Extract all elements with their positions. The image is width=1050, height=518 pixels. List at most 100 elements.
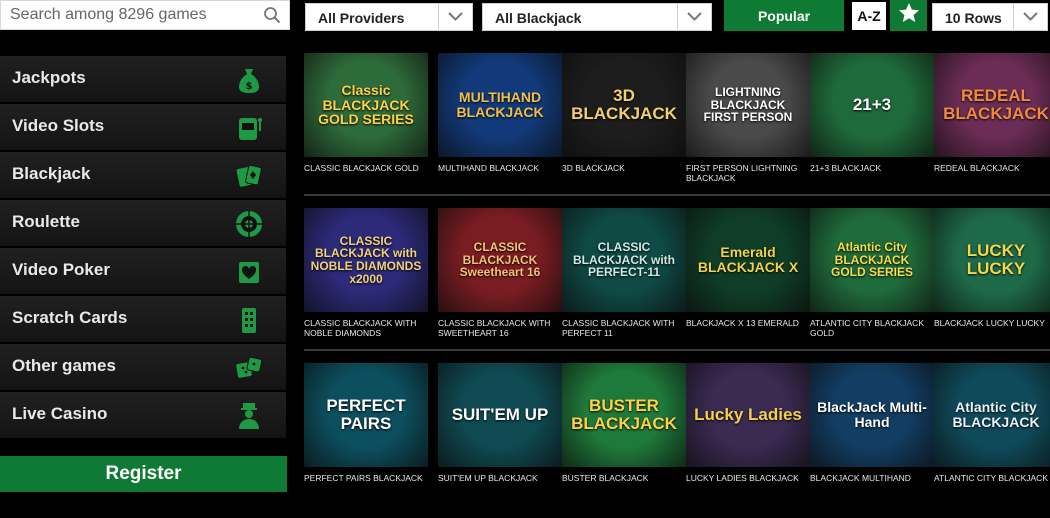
sidebar-item-label: Jackpots	[12, 68, 86, 87]
sidebar-item-live-casino[interactable]: Live Casino	[0, 392, 286, 439]
chevron-down-icon[interactable]	[438, 4, 472, 30]
roulette-wheel-icon	[234, 209, 264, 239]
sidebar-item-video-poker[interactable]: Video Poker	[0, 248, 286, 295]
game-card[interactable]: SUIT'EM UP SUIT'EM UP BLACKJACK	[438, 363, 563, 483]
game-title[interactable]: PERFECT PAIRS BLACKJACK	[304, 473, 428, 483]
game-thumbnail[interactable]: Lucky Ladies	[686, 363, 810, 467]
game-title[interactable]: 3D BLACKJACK	[562, 163, 686, 173]
sidebar-item-roulette[interactable]: Roulette	[0, 200, 286, 247]
games-row: CLASSIC BLACKJACK with NOBLE DIAMONDS x2…	[304, 208, 1050, 363]
sidebar-item-blackjack[interactable]: Blackjack	[0, 152, 286, 199]
providers-select-value: All Providers	[318, 10, 405, 26]
sidebar-item-other-games[interactable]: Other games	[0, 344, 286, 391]
game-thumbnail[interactable]: Classic BLACKJACK GOLD SERIES	[304, 53, 428, 157]
game-title[interactable]: 21+3 BLACKJACK	[810, 163, 934, 173]
game-thumbnail-art: PERFECT PAIRS	[326, 396, 406, 433]
game-thumbnail-art: LIGHTNING BLACKJACK FIRST PERSON	[703, 85, 793, 125]
category-select[interactable]: All Blackjack	[482, 3, 712, 31]
playing-cards-icon	[234, 161, 264, 191]
game-thumbnail-art: BUSTER BLACKJACK	[571, 396, 677, 433]
category-select-value: All Blackjack	[495, 10, 582, 26]
game-card[interactable]: 21+3 21+3 BLACKJACK	[810, 53, 935, 173]
game-title[interactable]: BLACKJACK X 13 EMERALD	[686, 318, 810, 328]
game-thumbnail[interactable]: Atlantic City BLACKJACK	[934, 363, 1050, 467]
providers-select[interactable]: All Providers	[305, 3, 473, 31]
game-card[interactable]: Classic BLACKJACK GOLD SERIES CLASSIC BL…	[304, 53, 429, 173]
game-thumbnail[interactable]: MULTIHAND BLACKJACK	[438, 53, 562, 157]
game-card[interactable]: CLASSIC BLACKJACK Sweetheart 16 CLASSIC …	[438, 208, 563, 338]
game-thumbnail[interactable]: LUCKY LUCKY	[934, 208, 1050, 312]
game-thumbnail-art: Classic BLACKJACK GOLD SERIES	[318, 81, 414, 128]
game-thumbnail[interactable]: BlackJack Multi-Hand	[810, 363, 934, 467]
game-title[interactable]: BLACKJACK LUCKY LUCKY	[934, 318, 1050, 328]
game-thumbnail[interactable]: CLASSIC BLACKJACK Sweetheart 16	[438, 208, 562, 312]
game-title[interactable]: BLACKJACK MULTIHAND	[810, 473, 934, 483]
game-title[interactable]: MULTIHAND BLACKJACK	[438, 163, 562, 173]
game-card[interactable]: PERFECT PAIRS PERFECT PAIRS BLACKJACK	[304, 363, 429, 483]
sidebar-item-scratch-cards[interactable]: Scratch Cards	[0, 296, 286, 343]
game-card[interactable]: Atlantic City BLACKJACK ATLANTIC CITY BL…	[934, 363, 1050, 483]
sidebar-item-label: Roulette	[12, 212, 80, 231]
game-thumbnail[interactable]: REDEAL BLACKJACK	[934, 53, 1050, 157]
games-row: Classic BLACKJACK GOLD SERIES CLASSIC BL…	[304, 53, 1050, 208]
dealer-icon	[234, 401, 264, 431]
category-sidebar: Jackpots $ Video Slots Blackjack Roulett…	[0, 56, 286, 440]
sidebar-item-label: Blackjack	[12, 164, 91, 183]
game-card[interactable]: LIGHTNING BLACKJACK FIRST PERSON FIRST P…	[686, 53, 811, 183]
slot-machine-icon	[234, 113, 264, 143]
game-card[interactable]: LUCKY LUCKY BLACKJACK LUCKY LUCKY	[934, 208, 1050, 328]
game-thumbnail[interactable]: Emerald BLACKJACK X	[686, 208, 810, 312]
game-thumbnail[interactable]: LIGHTNING BLACKJACK FIRST PERSON	[686, 53, 810, 157]
game-card[interactable]: BlackJack Multi-Hand BLACKJACK MULTIHAND	[810, 363, 935, 483]
sort-popular-button[interactable]: Popular	[724, 0, 844, 31]
register-button[interactable]: Register	[0, 456, 287, 492]
game-thumbnail[interactable]: PERFECT PAIRS	[304, 363, 428, 467]
game-title[interactable]: ATLANTIC CITY BLACKJACK GOLD	[810, 318, 934, 338]
game-title[interactable]: LUCKY LADIES BLACKJACK	[686, 473, 810, 483]
sort-az-button[interactable]: A-Z	[852, 2, 886, 30]
game-title[interactable]: REDEAL BLACKJACK	[934, 163, 1050, 173]
rows-select-value: 10 Rows	[945, 10, 1002, 26]
game-thumbnail[interactable]: CLASSIC BLACKJACK with PERFECT-11	[562, 208, 686, 312]
game-title[interactable]: CLASSIC BLACKJACK WITH NOBLE DIAMONDS	[304, 318, 428, 338]
game-card[interactable]: MULTIHAND BLACKJACK MULTIHAND BLACKJACK	[438, 53, 563, 173]
game-title[interactable]: SUIT'EM UP BLACKJACK	[438, 473, 562, 483]
search-icon[interactable]	[263, 6, 281, 29]
game-card[interactable]: Lucky Ladies LUCKY LADIES BLACKJACK	[686, 363, 811, 483]
game-thumbnail[interactable]: BUSTER BLACKJACK	[562, 363, 686, 467]
sidebar-item-label: Live Casino	[12, 404, 108, 423]
game-card[interactable]: CLASSIC BLACKJACK with PERFECT-11 CLASSI…	[562, 208, 687, 338]
game-title[interactable]: CLASSIC BLACKJACK WITH SWEETHEART 16	[438, 318, 562, 338]
game-thumbnail[interactable]: 21+3	[810, 53, 934, 157]
money-bag-icon: $	[234, 65, 264, 95]
game-thumbnail-art: LUCKY LUCKY	[966, 241, 1026, 278]
game-card[interactable]: Atlantic City BLACKJACK GOLD SERIES ATLA…	[810, 208, 935, 338]
search-input[interactable]	[1, 1, 260, 29]
game-card[interactable]: 3D BLACKJACK 3D BLACKJACK	[562, 53, 687, 173]
game-title[interactable]: ATLANTIC CITY BLACKJACK	[934, 473, 1050, 483]
game-title[interactable]: CLASSIC BLACKJACK WITH PERFECT 11	[562, 318, 686, 338]
game-card[interactable]: BUSTER BLACKJACK BUSTER BLACKJACK	[562, 363, 687, 483]
rows-select[interactable]: 10 Rows	[932, 3, 1048, 31]
game-thumbnail[interactable]: CLASSIC BLACKJACK with NOBLE DIAMONDS x2…	[304, 208, 428, 312]
chevron-down-icon[interactable]	[1013, 4, 1047, 30]
row-divider	[304, 194, 1050, 196]
sidebar-item-label: Video Poker	[12, 260, 110, 279]
chevron-down-icon[interactable]	[677, 4, 711, 30]
game-card[interactable]: Emerald BLACKJACK X BLACKJACK X 13 EMERA…	[686, 208, 811, 328]
game-thumbnail-art: 3D BLACKJACK	[571, 86, 677, 123]
sidebar-item-jackpots[interactable]: Jackpots $	[0, 56, 286, 103]
game-title[interactable]: FIRST PERSON LIGHTNING BLACKJACK	[686, 163, 810, 183]
game-thumbnail[interactable]: SUIT'EM UP	[438, 363, 562, 467]
game-card[interactable]: CLASSIC BLACKJACK with NOBLE DIAMONDS x2…	[304, 208, 429, 338]
sidebar-item-label: Other games	[12, 356, 116, 375]
game-title[interactable]: BUSTER BLACKJACK	[562, 473, 686, 483]
game-title[interactable]: CLASSIC BLACKJACK GOLD	[304, 163, 428, 173]
game-thumbnail-art: Atlantic City BLACKJACK GOLD SERIES	[830, 240, 913, 280]
game-thumbnail[interactable]: 3D BLACKJACK	[562, 53, 686, 157]
game-card[interactable]: REDEAL BLACKJACK REDEAL BLACKJACK	[934, 53, 1050, 173]
game-thumbnail[interactable]: Atlantic City BLACKJACK GOLD SERIES	[810, 208, 934, 312]
favorites-button[interactable]	[890, 0, 927, 31]
sidebar-item-video-slots[interactable]: Video Slots	[0, 104, 286, 151]
game-thumbnail-art: MULTIHAND BLACKJACK	[456, 89, 544, 120]
